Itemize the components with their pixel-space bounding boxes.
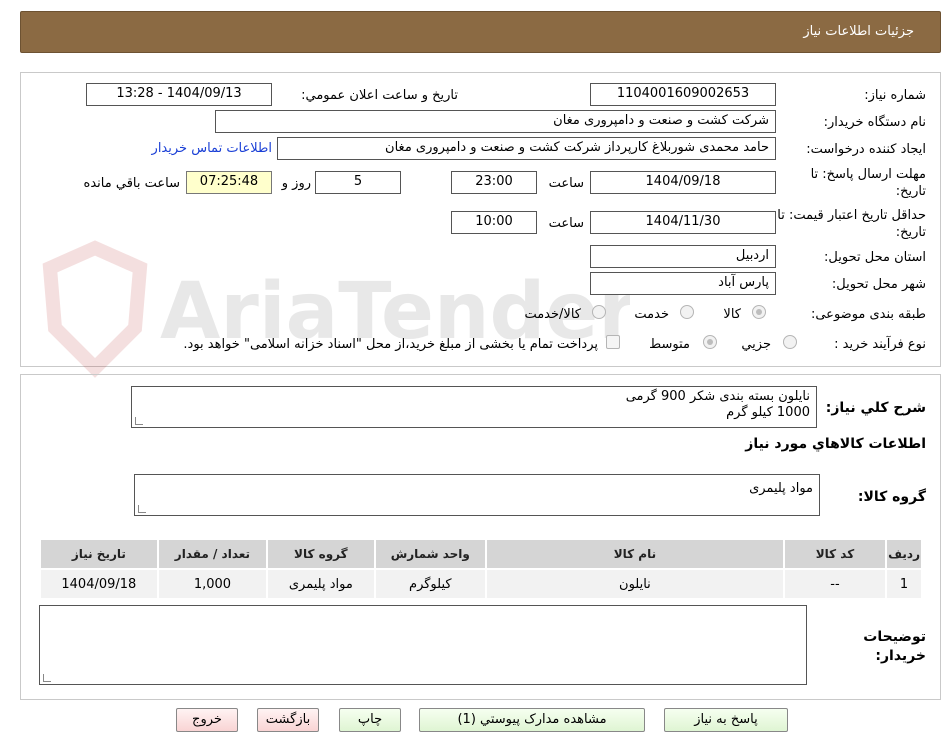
deadline-date-field: 1404/09/18 bbox=[590, 171, 776, 194]
col-name: نام کالا bbox=[485, 538, 785, 570]
col-code: کد کالا bbox=[782, 538, 888, 570]
creator-field: حامد محمدی شوربلاغ کارپرداز شرکت کشت و ص… bbox=[277, 137, 776, 160]
table-row: 1 -- نایلون کیلوگرم مواد پلیمری 1,000 14… bbox=[39, 568, 923, 600]
goods-section-title: اطلاعات کالاهاي مورد نیاز bbox=[745, 436, 926, 452]
city-field: پارس آباد bbox=[590, 272, 776, 295]
remaining-time-field: 07:25:48 bbox=[186, 171, 272, 194]
description-textarea[interactable]: نایلون بسته بندی شکر 900 گرمی 1000 کیلو … bbox=[131, 386, 817, 428]
buyer-org-field: شرکت کشت و صنعت و دامپروری مغان bbox=[215, 110, 776, 133]
process-minor-label: جزیي bbox=[741, 337, 771, 352]
need-number-field: 1104001609002653 bbox=[590, 83, 776, 106]
col-date: تاریخ نیاز bbox=[39, 538, 159, 570]
validity-date-field: 1404/11/30 bbox=[590, 211, 776, 234]
col-quantity: تعداد / مقدار bbox=[156, 538, 269, 570]
category-goods-radio[interactable] bbox=[752, 305, 766, 319]
goods-group-value: مواد پلیمری bbox=[749, 481, 813, 496]
cell-group: مواد پلیمری bbox=[266, 568, 376, 600]
deadline-time-field: 23:00 bbox=[451, 171, 537, 194]
buyer-contact-link[interactable]: اطلاعات تماس خریدار bbox=[152, 141, 272, 156]
cell-code: -- bbox=[782, 568, 888, 600]
need-number-label: شماره نیاز: bbox=[864, 88, 926, 103]
treasury-docs-checkbox[interactable] bbox=[606, 335, 620, 349]
announce-datetime-field: 1404/09/13 - 13:28 bbox=[86, 83, 272, 106]
process-medium-radio[interactable] bbox=[703, 335, 717, 349]
back-button[interactable]: بازگشت bbox=[257, 708, 319, 732]
creator-label: ایجاد کننده درخواست: bbox=[806, 142, 926, 157]
category-service-radio[interactable] bbox=[680, 305, 694, 319]
cell-name: نایلون bbox=[485, 568, 785, 600]
cell-date: 1404/09/18 bbox=[39, 568, 159, 600]
process-label: نوع فرآیند خرید : bbox=[834, 337, 926, 352]
deadline-label: مهلت ارسال پاسخ: تا تاریخ: bbox=[810, 167, 926, 199]
days-label: روز و bbox=[281, 176, 311, 191]
process-minor-radio[interactable] bbox=[783, 335, 797, 349]
col-row: ردیف bbox=[885, 538, 923, 570]
process-medium-label: متوسط bbox=[649, 337, 690, 352]
category-service-label: خدمت bbox=[634, 307, 669, 322]
announce-label: تاریخ و ساعت اعلان عمومي: bbox=[301, 88, 458, 103]
table-header-row: ردیف کد کالا نام کالا واحد شمارش گروه کا… bbox=[39, 538, 923, 570]
category-both-radio[interactable] bbox=[592, 305, 606, 319]
cell-row: 1 bbox=[885, 568, 923, 600]
page-title: جزئیات اطلاعات نیاز bbox=[803, 24, 914, 39]
col-unit: واحد شمارش bbox=[373, 538, 488, 570]
cell-quantity: 1,000 bbox=[156, 568, 269, 600]
buyer-org-label: نام دستگاه خریدار: bbox=[823, 115, 926, 130]
payment-note: پرداخت تمام یا بخشی از مبلغ خرید،از محل … bbox=[183, 337, 598, 352]
goods-group-textarea[interactable]: مواد پلیمری bbox=[134, 474, 820, 516]
buyer-notes-textarea[interactable] bbox=[39, 605, 807, 685]
col-group: گروه کالا bbox=[266, 538, 376, 570]
days-field: 5 bbox=[315, 171, 401, 194]
category-both-label: کالا/خدمت bbox=[524, 307, 581, 322]
cell-unit: کیلوگرم bbox=[373, 568, 488, 600]
goods-table: ردیف کد کالا نام کالا واحد شمارش گروه کا… bbox=[39, 538, 923, 600]
category-goods-label: کالا bbox=[723, 307, 741, 322]
exit-button[interactable]: خروج bbox=[176, 708, 238, 732]
print-button[interactable]: چاپ bbox=[339, 708, 401, 732]
view-attachments-button[interactable]: مشاهده مدارک پیوستي (1) bbox=[419, 708, 645, 732]
province-field: اردبیل bbox=[590, 245, 776, 268]
description-line-2: 1000 کیلو گرم bbox=[726, 405, 810, 420]
validity-time-field: 10:00 bbox=[451, 211, 537, 234]
goods-group-label: گروه کالا: bbox=[857, 489, 926, 505]
validity-label: حداقل تاریخ اعتبار قیمت: تا تاریخ: bbox=[777, 208, 926, 240]
resize-handle-icon[interactable] bbox=[43, 674, 51, 682]
resize-handle-icon[interactable] bbox=[138, 505, 146, 513]
city-label: شهر محل تحویل: bbox=[831, 277, 926, 292]
validity-time-label: ساعت bbox=[548, 216, 584, 231]
page-header: جزئیات اطلاعات نیاز bbox=[20, 11, 941, 53]
description-label: شرح کلي نیاز: bbox=[825, 400, 926, 416]
remaining-label: ساعت باقي مانده bbox=[83, 176, 180, 191]
buyer-notes-label: توضیحات خریدار: bbox=[863, 629, 926, 664]
resize-handle-icon[interactable] bbox=[135, 417, 143, 425]
category-label: طبقه بندی موضوعی: bbox=[810, 307, 926, 322]
description-line-1: نایلون بسته بندی شکر 900 گرمی bbox=[625, 389, 810, 404]
reply-button[interactable]: پاسخ به نیاز bbox=[664, 708, 788, 732]
deadline-time-label: ساعت bbox=[548, 176, 584, 191]
province-label: استان محل تحویل: bbox=[824, 250, 926, 265]
